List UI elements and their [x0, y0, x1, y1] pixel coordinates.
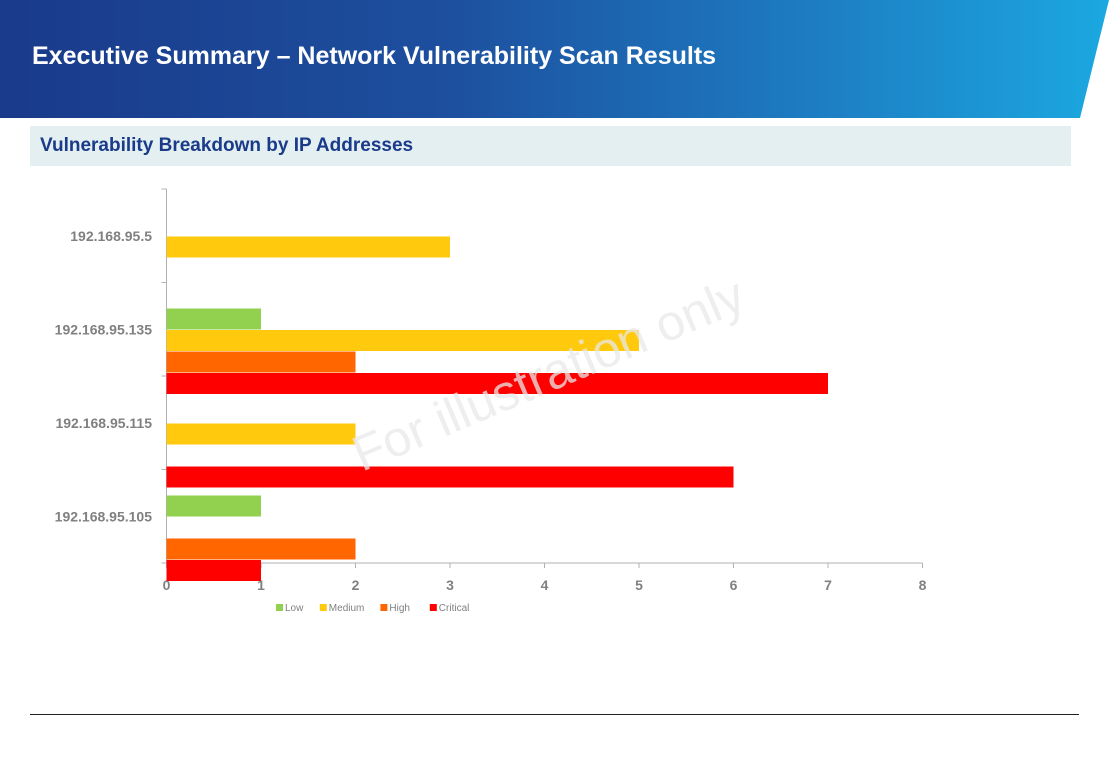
bar-high [166, 538, 356, 560]
x-tick-label: 6 [730, 577, 738, 593]
bar-critical [166, 560, 261, 581]
y-category-label: 192.168.95.5 [70, 228, 152, 244]
section-header: Vulnerability Breakdown by IP Addresses [30, 126, 1071, 166]
bar-low [166, 495, 261, 517]
legend-label-medium: Medium [329, 603, 365, 614]
x-tick-label: 5 [635, 577, 643, 593]
legend-label-critical: Critical [439, 603, 470, 614]
x-tick-label: 7 [824, 577, 832, 593]
x-tick-label: 2 [352, 577, 360, 593]
legend-swatch-medium [319, 604, 327, 611]
legend-label-low: Low [285, 603, 304, 614]
vulnerability-bar-chart: 0 1 2 3 4 5 6 7 8192.168.95.5192.168.95.135192.1… [55, 188, 927, 614]
bar-high [166, 351, 356, 373]
legend-swatch-critical [429, 604, 437, 611]
section-title: Vulnerability Breakdown by IP Addresses [40, 135, 414, 156]
y-category-label: 192.168.95.135 [55, 321, 153, 337]
x-tick-label: 3 [446, 577, 454, 593]
legend-swatch-high [380, 604, 388, 611]
bar-low [166, 308, 261, 330]
legend-label-high: High [389, 603, 410, 614]
legend-swatch-low [276, 604, 283, 611]
x-tick-label: 4 [541, 577, 549, 593]
bar-critical [166, 466, 734, 488]
page-title: Executive Summary – Network Vulnerabilit… [32, 42, 717, 70]
bar-medium [166, 423, 356, 445]
bar-medium [166, 236, 450, 258]
y-category-label: 192.168.95.105 [55, 508, 153, 524]
footer-divider [30, 714, 1079, 715]
x-tick-label: 8 [919, 577, 927, 593]
y-category-label: 192.168.95.115 [55, 415, 152, 431]
